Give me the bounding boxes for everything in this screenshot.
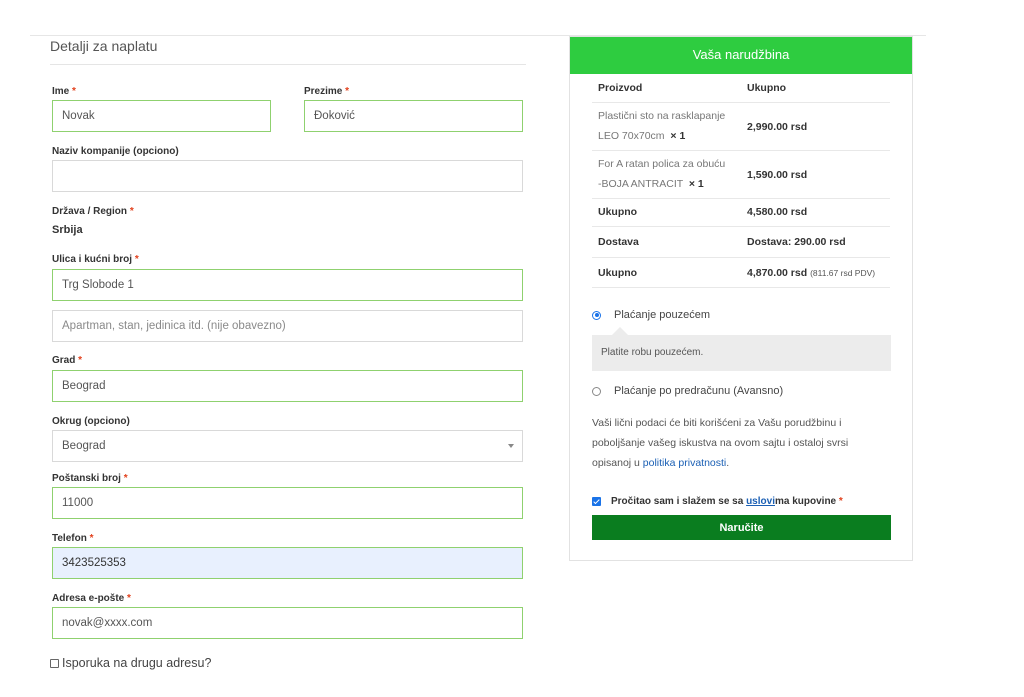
- postcode-label: Poštanski broj *: [52, 473, 128, 484]
- country-label: Država / Region *: [52, 206, 134, 217]
- total-vat: (811.67 rsd PDV): [810, 268, 876, 278]
- order-title: Vaša narudžbina: [570, 37, 912, 74]
- payment-cod-radio[interactable]: [592, 310, 601, 320]
- order-item-price: 1,590.00 rsd: [747, 169, 808, 181]
- order-item-price: 2,990.00 rsd: [747, 121, 808, 133]
- terms-checkbox[interactable]: [592, 497, 601, 506]
- order-item-name: Plastični sto na rasklapanje LEO 70x70cm…: [598, 110, 726, 142]
- last-name-label: Prezime *: [304, 86, 350, 97]
- district-select[interactable]: Beograd: [52, 430, 523, 462]
- subtotal-value: 4,580.00 rsd: [747, 206, 808, 218]
- first-name-input[interactable]: Novak: [52, 100, 271, 132]
- street-input[interactable]: Trg Slobode 1: [52, 269, 523, 301]
- city-input[interactable]: Beograd: [52, 370, 523, 402]
- ship-to-different-checkbox[interactable]: [50, 658, 59, 668]
- total-label: Ukupno: [598, 267, 638, 279]
- ship-to-different-address[interactable]: Isporuka na drugu adresu?: [50, 656, 211, 670]
- payment-advance-label: Plaćanje po predračunu (Avansno): [614, 385, 784, 397]
- shipping-value: Dostava: 290.00 rsd: [747, 236, 846, 248]
- phone-label: Telefon *: [52, 533, 94, 544]
- shipping-label: Dostava: [598, 236, 639, 248]
- terms-agreement[interactable]: Pročitao sam i slažem se sa uslovima kup…: [592, 496, 843, 507]
- last-name-input[interactable]: Đoković: [304, 100, 523, 132]
- order-table-header: Proizvod Ukupno: [592, 74, 890, 103]
- terms-link[interactable]: uslovi: [746, 496, 775, 507]
- payment-cod-option[interactable]: Plaćanje pouzećem: [592, 309, 710, 321]
- col-product: Proizvod: [598, 82, 643, 94]
- caret-down-icon: [508, 444, 514, 448]
- first-name-label: Ime *: [52, 86, 76, 97]
- country-value: Srbija: [52, 224, 83, 236]
- privacy-policy-link[interactable]: politika privatnosti: [643, 457, 726, 469]
- email-label: Adresa e-pošte *: [52, 593, 131, 604]
- billing-form: Detalji za naplatu Ime * Novak Prezime *…: [50, 36, 526, 670]
- subtotal-label: Ukupno: [598, 206, 638, 218]
- postcode-input[interactable]: 11000: [52, 487, 523, 519]
- payment-cod-description: Platite robu pouzećem.: [592, 327, 891, 371]
- order-subtotal-row: Ukupno 4,580.00 rsd: [592, 198, 890, 227]
- order-review: Vaša narudžbina Proizvod Ukupno Plastičn…: [569, 36, 913, 561]
- payment-cod-label: Plaćanje pouzećem: [614, 309, 711, 321]
- billing-title: Detalji za naplatu: [50, 36, 526, 65]
- col-total: Ukupno: [747, 82, 787, 94]
- payment-advance-radio[interactable]: [592, 386, 601, 396]
- ship-to-different-label: Isporuka na drugu adresu?: [62, 656, 212, 670]
- order-item-name: For A ratan polica za obuću -BOJA ANTRAC…: [598, 158, 726, 190]
- city-label: Grad *: [52, 355, 83, 366]
- company-input[interactable]: [52, 160, 523, 192]
- company-label: Naziv kompanije (opciono): [52, 146, 179, 157]
- terms-label: Pročitao sam i slažem se sa uslovima kup…: [611, 496, 843, 507]
- order-shipping-row: Dostava Dostava: 290.00 rsd: [592, 226, 890, 258]
- street-line2-input[interactable]: Apartman, stan, jedinica itd. (nije obav…: [52, 310, 523, 342]
- total-value: 4,870.00 rsd (811.67 rsd PDV): [747, 267, 876, 279]
- email-input[interactable]: novak@xxxx.com: [52, 607, 523, 639]
- phone-input[interactable]: 3423525353: [52, 547, 523, 579]
- order-item: Plastični sto na rasklapanje LEO 70x70cm…: [592, 102, 890, 151]
- order-item: For A ratan polica za obuću -BOJA ANTRAC…: [592, 150, 890, 199]
- order-total-row: Ukupno 4,870.00 rsd (811.67 rsd PDV): [592, 257, 890, 288]
- payment-advance-option[interactable]: Plaćanje po predračunu (Avansno): [592, 385, 783, 397]
- street-label: Ulica i kućni broj *: [52, 254, 139, 265]
- district-select-value: Beograd: [62, 440, 106, 452]
- privacy-notice: Vaši lični podaci će biti korišćeni za V…: [592, 417, 849, 469]
- place-order-button[interactable]: Naručite: [592, 515, 891, 540]
- district-label: Okrug (opciono): [52, 416, 130, 427]
